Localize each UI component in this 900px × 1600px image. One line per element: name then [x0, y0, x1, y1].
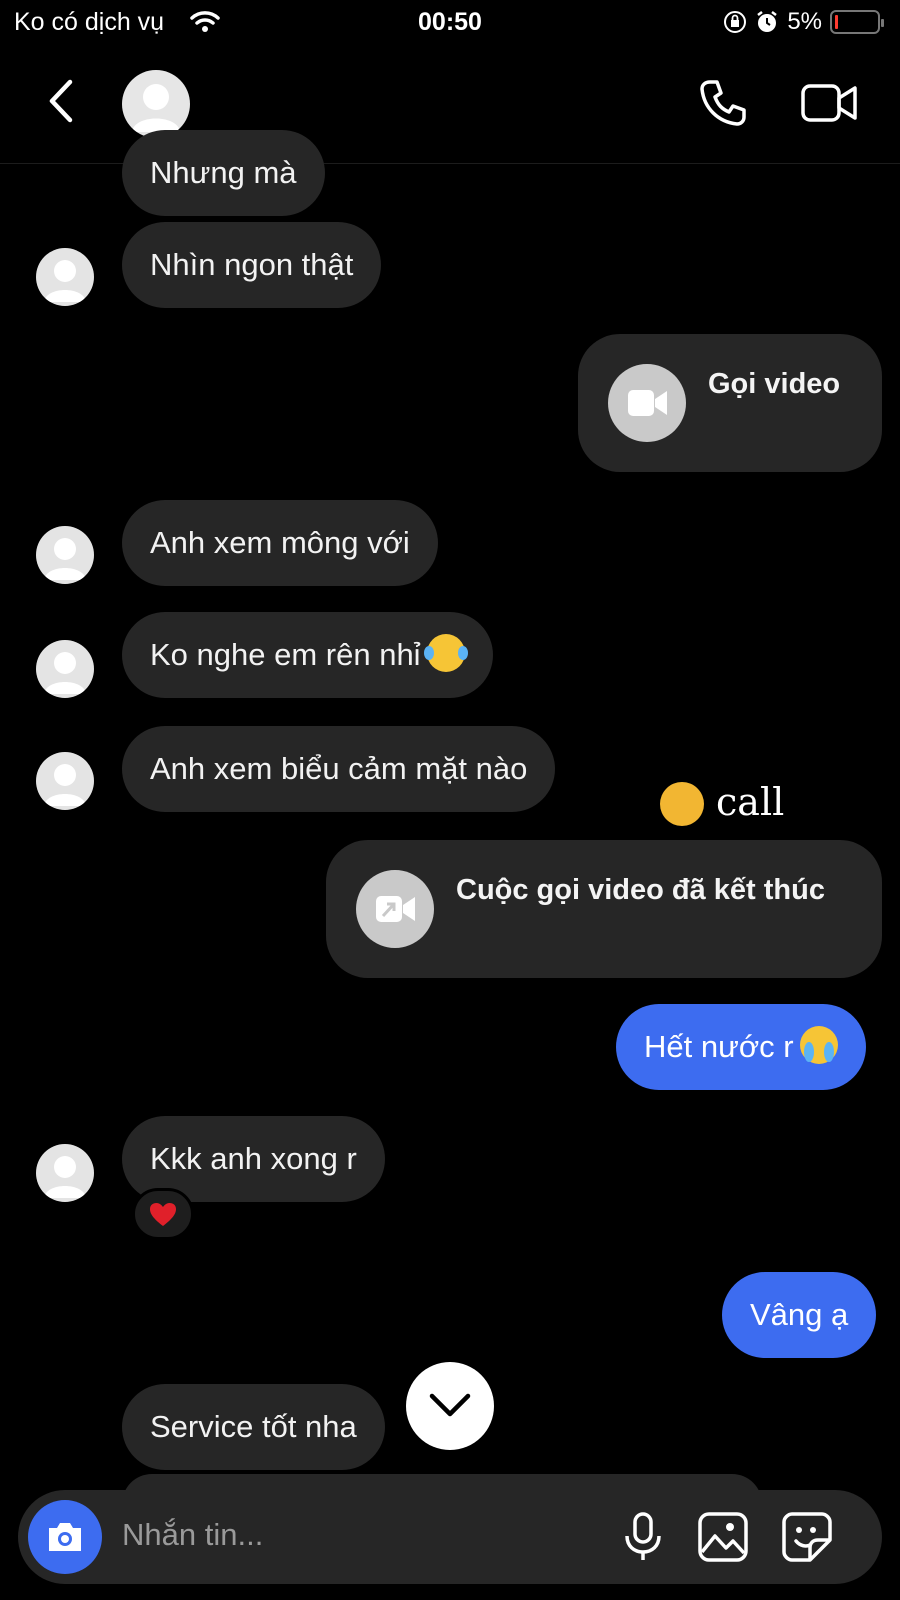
- battery-icon: [830, 10, 884, 34]
- sticker-text: call: [716, 780, 785, 824]
- message-composer: Nhắn tin...: [18, 1490, 882, 1584]
- chevron-down-icon: [429, 1393, 471, 1417]
- video-camera-icon[interactable]: [800, 78, 860, 128]
- message-text: Anh xem mông với: [150, 525, 410, 560]
- crying-face-emoji-icon: [799, 1025, 838, 1064]
- camera-button[interactable]: [28, 1500, 102, 1574]
- incoming-message[interactable]: Anh xem mông với: [122, 500, 438, 586]
- video-call-ended-card[interactable]: Cuộc gọi video đã kết thúc: [326, 840, 882, 978]
- tears-of-joy-emoji-icon: [423, 633, 468, 672]
- microphone-icon[interactable]: [616, 1510, 670, 1564]
- message-text: Service tốt nha: [150, 1409, 357, 1444]
- message-input[interactable]: Nhắn tin...: [122, 1517, 263, 1553]
- sender-avatar[interactable]: [36, 248, 94, 306]
- orientation-lock-icon: [724, 11, 747, 33]
- red-heart-icon: [150, 1203, 176, 1226]
- message-text: Nhưng mà: [150, 155, 297, 190]
- video-call-icon: [608, 364, 686, 442]
- scroll-to-bottom-button[interactable]: [406, 1362, 494, 1450]
- sender-avatar[interactable]: [36, 526, 94, 584]
- call-status-text: Gọi video: [708, 368, 841, 400]
- call-status-text: Cuộc gọi video đã kết thúc: [456, 874, 825, 906]
- back-chevron-icon[interactable]: [42, 76, 82, 126]
- image-gallery-icon[interactable]: [696, 1510, 750, 1564]
- video-call-ended-icon: [356, 870, 434, 948]
- sticker-icon[interactable]: [780, 1510, 834, 1564]
- battery-percent: 5%: [787, 8, 822, 35]
- overlay-sticker: call: [660, 778, 790, 828]
- message-text: Nhìn ngon thật: [150, 247, 354, 282]
- status-bar: Ko có dịch vụ 00:50 5%: [0, 0, 900, 46]
- incoming-message[interactable]: Service tốt nha: [122, 1384, 385, 1470]
- message-text: Anh xem biểu cảm mặt nào: [150, 751, 528, 786]
- incoming-message[interactable]: Ko nghe em rên nhỉ: [122, 612, 493, 698]
- outgoing-message[interactable]: Hết nước r: [616, 1004, 866, 1090]
- message-text: Ko nghe em rên nhỉ: [150, 637, 421, 672]
- outgoing-message[interactable]: Vâng ạ: [722, 1272, 877, 1358]
- sender-avatar[interactable]: [36, 1144, 94, 1202]
- heart-reaction[interactable]: [132, 1188, 194, 1240]
- camera-icon: [49, 1523, 81, 1551]
- incoming-message[interactable]: Nhưng mà: [122, 130, 325, 216]
- hand-over-mouth-emoji-icon: [660, 782, 704, 826]
- phone-icon[interactable]: [696, 76, 750, 130]
- sender-avatar[interactable]: [36, 752, 94, 810]
- incoming-message[interactable]: Anh xem biểu cảm mặt nào: [122, 726, 556, 812]
- message-text: Kkk anh xong r: [150, 1141, 357, 1176]
- message-text: Vâng ạ: [750, 1297, 849, 1332]
- sender-avatar[interactable]: [36, 640, 94, 698]
- video-call-card[interactable]: Gọi video: [578, 334, 882, 472]
- alarm-icon: [757, 11, 778, 32]
- contact-avatar[interactable]: [122, 70, 190, 138]
- incoming-message[interactable]: Nhìn ngon thật: [122, 222, 382, 308]
- message-text: Hết nước r: [644, 1029, 794, 1064]
